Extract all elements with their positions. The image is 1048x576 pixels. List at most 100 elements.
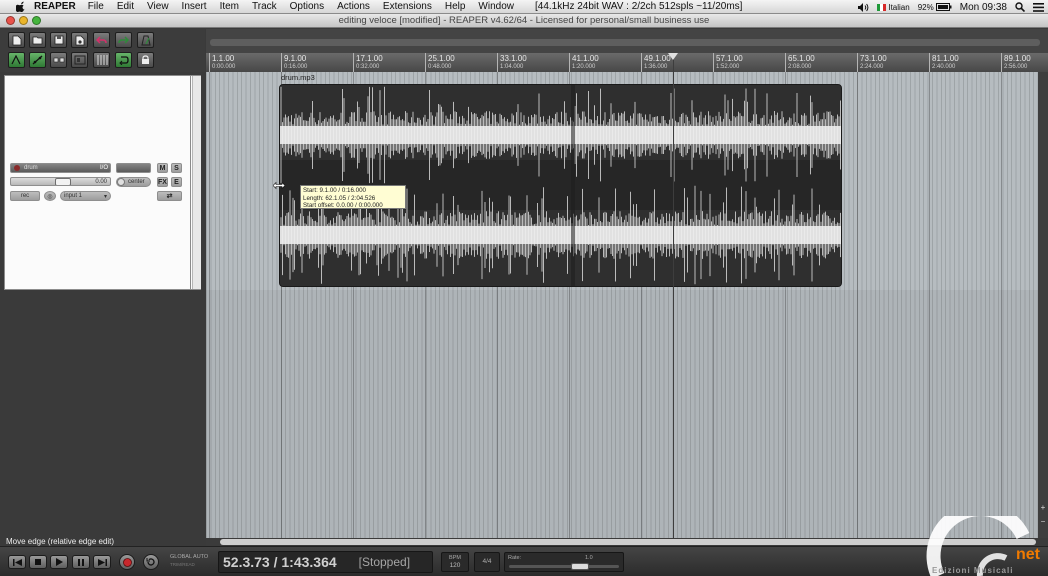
ruler-mark[interactable]: 9.1.00 0:16.000	[281, 53, 307, 72]
bpm-box[interactable]: BPM 120	[441, 552, 469, 572]
fx-button[interactable]: FX	[157, 177, 168, 187]
menu-file[interactable]: File	[88, 1, 104, 12]
menu-options[interactable]: Options	[290, 1, 324, 12]
app-menu[interactable]: REAPER	[34, 1, 76, 12]
pause-icon[interactable]	[72, 555, 90, 569]
apple-icon[interactable]	[14, 1, 28, 13]
ruler-mark[interactable]: 25.1.00 0:48.000	[425, 53, 455, 72]
menu-item[interactable]: Item	[220, 1, 239, 12]
ruler-mark[interactable]: 17.1.00 0:32.000	[353, 53, 383, 72]
menu-track[interactable]: Track	[252, 1, 277, 12]
undo-icon[interactable]	[93, 32, 110, 48]
stop-icon[interactable]	[29, 555, 47, 569]
track-name-field[interactable]: drum I/O	[10, 163, 111, 173]
ripple-edit-icon[interactable]	[50, 52, 67, 68]
rec-mode-button[interactable]: rec	[10, 191, 40, 201]
chevron-down-icon: ▾	[103, 193, 107, 200]
global-auto-label[interactable]: GLOBAL AUTO	[170, 554, 210, 560]
timeline-overview-bar[interactable]	[210, 39, 1040, 46]
vertical-scrollbar[interactable]: + −	[1038, 72, 1048, 538]
io-button-label[interactable]: I/O	[100, 165, 108, 171]
project-settings-icon[interactable]	[71, 32, 88, 48]
menu-help[interactable]: Help	[445, 1, 466, 12]
save-project-icon[interactable]	[50, 32, 67, 48]
empty-lane[interactable]	[206, 290, 1038, 538]
battery-label[interactable]: 92%	[918, 3, 934, 12]
repeat-icon[interactable]	[143, 554, 159, 570]
new-project-icon[interactable]	[8, 32, 25, 48]
close-icon[interactable]	[6, 16, 15, 25]
track-arm-icon[interactable]	[14, 165, 20, 171]
ruler-mark[interactable]: 65.1.00 2:08.000	[785, 53, 815, 72]
envelope-points-icon[interactable]	[29, 52, 46, 68]
empty-track-area[interactable]	[0, 290, 206, 536]
battery-icon[interactable]	[935, 3, 952, 11]
ruler-measure-label: 41.1.00	[572, 54, 599, 63]
ruler-time-label: 0:16.000	[284, 64, 308, 70]
lock-icon[interactable]	[137, 52, 154, 68]
ruler-mark[interactable]: 49.1.00 1:36.000	[641, 53, 671, 72]
search-icon[interactable]	[1015, 2, 1025, 12]
rate-slider-knob[interactable]	[571, 563, 589, 570]
ruler-mark[interactable]: 81.1.00 2:40.000	[929, 53, 959, 72]
time-signature-box[interactable]: 4/4	[474, 552, 500, 572]
edit-cursor[interactable]	[673, 53, 674, 538]
language-label[interactable]: Italian	[888, 3, 909, 12]
measure-gridline	[209, 72, 210, 538]
measure-gridline	[1001, 72, 1002, 538]
auto-crossfade-icon[interactable]	[8, 52, 25, 68]
zoom-in-icon[interactable]: +	[1039, 504, 1047, 512]
grouping-icon[interactable]	[71, 52, 88, 68]
env-button[interactable]: E	[171, 177, 182, 187]
audio-status[interactable]: [44.1kHz 24bit WAV : 2/2ch 512spls ~11/2…	[535, 1, 742, 12]
track-panel-resize-rail[interactable]	[192, 76, 201, 289]
ruler-time-label: 1:36.000	[644, 64, 668, 70]
rate-slider[interactable]	[509, 563, 619, 570]
playrate-control[interactable]: Rate: 1.0	[504, 552, 624, 572]
timeline-ruler[interactable]: 1.1.00 0:00.000 9.1.00 0:16.000 17.1.00 0:32.…	[206, 53, 1048, 73]
pan-knob[interactable]: center	[116, 177, 151, 187]
zoom-icon[interactable]	[32, 16, 41, 25]
record-icon[interactable]	[119, 554, 135, 570]
monitor-icon[interactable]: ◎	[44, 191, 56, 201]
snap-grid-icon[interactable]	[93, 52, 110, 68]
ruler-mark[interactable]: 41.1.00 1:20.000	[569, 53, 599, 72]
mute-button[interactable]: M	[157, 163, 168, 173]
track-panel-divider	[190, 76, 191, 289]
redo-icon[interactable]	[115, 32, 132, 48]
routing-button[interactable]: ⇄	[157, 191, 182, 201]
loop-icon[interactable]	[115, 52, 132, 68]
go-to-end-icon[interactable]	[93, 555, 111, 569]
ruler-mark[interactable]: 33.1.00 1:04.000	[497, 53, 527, 72]
go-to-start-icon[interactable]	[8, 555, 26, 569]
tooltip-length: Length: 62.1.05 / 2:04.526	[303, 194, 376, 202]
metronome-icon[interactable]	[137, 32, 154, 48]
minimize-icon[interactable]	[19, 16, 28, 25]
language-flag-icon[interactable]	[877, 3, 887, 11]
input-select[interactable]: input 1 ▾	[60, 191, 111, 201]
solo-button[interactable]: S	[171, 163, 182, 173]
time-display[interactable]: 52.3.73 / 1:43.364 [Stopped]	[218, 551, 433, 573]
menu-view[interactable]: View	[147, 1, 169, 12]
menu-window[interactable]: Window	[478, 1, 514, 12]
menu-insert[interactable]: Insert	[182, 1, 207, 12]
open-project-icon[interactable]	[29, 32, 46, 48]
play-icon[interactable]	[50, 555, 68, 569]
ruler-mark[interactable]: 73.1.00 2:24.000	[857, 53, 887, 72]
track-panel-drum[interactable]: drum I/O M S 0.00 center FX E rec ◎ inpu…	[4, 75, 201, 290]
ruler-time-label: 0:32.000	[356, 64, 380, 70]
ruler-mark[interactable]: 57.1.00 1:52.000	[713, 53, 743, 72]
ruler-mark[interactable]: 89.1.00 2:56.000	[1001, 53, 1031, 72]
clock[interactable]: Mon 09:38	[960, 2, 1007, 13]
menu-edit[interactable]: Edit	[117, 1, 134, 12]
ruler-measure-label: 89.1.00	[1004, 54, 1031, 63]
volume-fader[interactable]: 0.00	[10, 177, 111, 186]
ruler-mark[interactable]: 1.1.00 0:00.000	[209, 53, 235, 72]
menu-extensions[interactable]: Extensions	[383, 1, 432, 12]
menu-actions[interactable]: Actions	[337, 1, 370, 12]
volume-fader-knob[interactable]	[55, 178, 71, 185]
volume-icon[interactable]	[858, 2, 869, 12]
ruler-time-label: 2:08.000	[788, 64, 812, 70]
notification-list-icon[interactable]	[1033, 2, 1044, 12]
edit-cursor-head-icon[interactable]	[668, 53, 678, 60]
